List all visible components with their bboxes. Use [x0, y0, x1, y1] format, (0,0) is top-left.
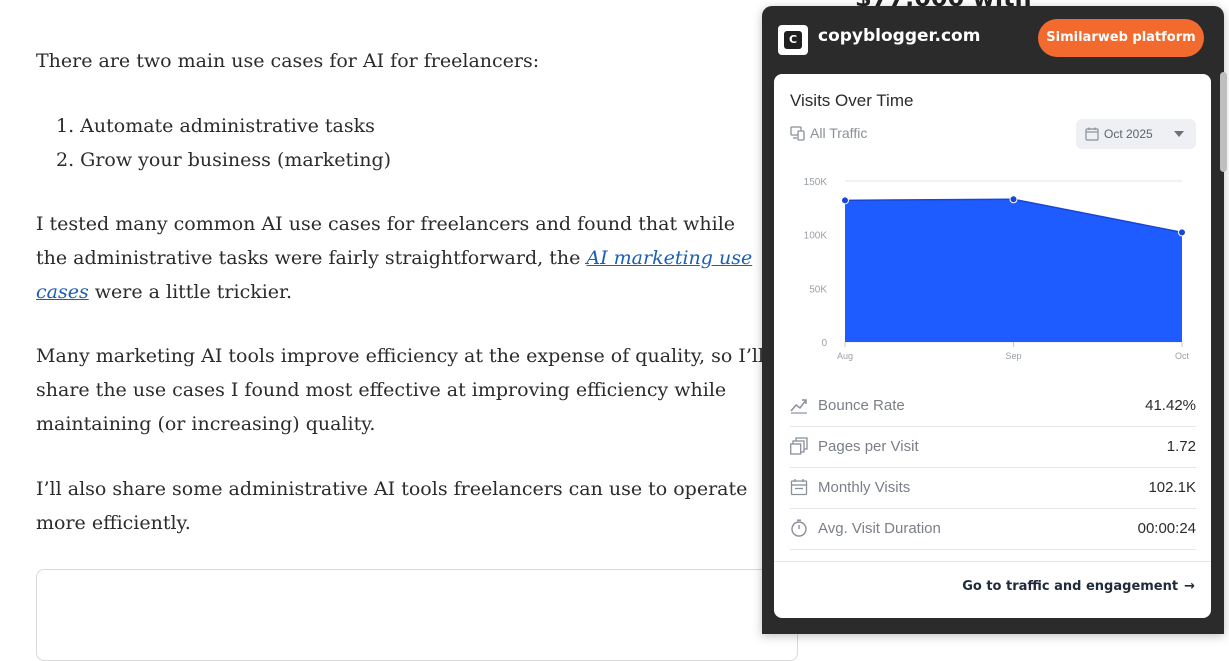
timer-icon — [791, 519, 807, 537]
link-label: Go to traffic and engagement — [962, 579, 1179, 594]
chevron-down-icon — [1174, 131, 1184, 137]
visits-chart: 0 50K 100K 150K Aug Sep Oct — [804, 177, 1190, 361]
area-series — [845, 199, 1182, 342]
metric-pages-per-visit: Pages per Visit 1.72 — [790, 427, 1196, 468]
similarweb-widget: C copyblogger.com Similarweb platform Vi… — [762, 6, 1224, 634]
list-item: 1. Automate administrative tasks — [56, 115, 375, 137]
similarweb-platform-button[interactable]: Similarweb platform — [1038, 19, 1204, 57]
data-point — [1009, 195, 1018, 204]
date-selector[interactable]: Oct 2025 — [1076, 119, 1196, 149]
logo-letter: C — [784, 31, 802, 49]
metric-label: Avg. Visit Duration — [818, 520, 941, 537]
x-tick-label: Oct — [1175, 351, 1190, 361]
site-name: copyblogger.com — [818, 26, 981, 46]
paragraph-tested: I tested many common AI use cases for fr… — [36, 207, 766, 309]
traffic-label: All Traffic — [810, 125, 868, 141]
metric-value: 41.42% — [1145, 397, 1196, 414]
trend-icon — [790, 399, 807, 414]
pages-icon — [790, 437, 808, 455]
data-point — [841, 196, 849, 205]
metric-monthly-visits: Monthly Visits 102.1K — [790, 468, 1196, 509]
calendar-icon — [790, 479, 808, 496]
calendar-icon — [1085, 127, 1099, 141]
paragraph-admin: I’ll also share some administrative AI t… — [36, 478, 748, 534]
y-tick-label: 50K — [809, 284, 827, 295]
paragraph-text: were a little trickier. — [88, 281, 293, 303]
widget-header: C copyblogger.com Similarweb platform — [762, 6, 1224, 74]
metric-bounce-rate: Bounce Rate 41.42% — [790, 386, 1196, 427]
metric-value: 1.72 — [1166, 438, 1196, 455]
devices-icon — [790, 126, 805, 141]
x-tick-label: Aug — [837, 351, 853, 361]
intro-paragraph: There are two main use cases for AI for … — [36, 50, 540, 72]
metric-value: 00:00:24 — [1137, 520, 1196, 537]
y-tick-label: 100K — [804, 231, 828, 242]
data-point — [1178, 228, 1186, 237]
y-tick-label: 150K — [804, 177, 828, 188]
card-title: Visits Over Time — [790, 91, 914, 110]
list-item: 2. Grow your business (marketing) — [56, 149, 392, 171]
traffic-card: Visits Over Time All Traffic Oct 2025 0 5… — [774, 74, 1211, 618]
scrollbar[interactable] — [1220, 72, 1227, 172]
paragraph-quality: Many marketing AI tools improve efficien… — [36, 345, 765, 435]
metric-value: 102.1K — [1148, 479, 1196, 496]
site-logo: C — [778, 25, 808, 55]
traffic-filter: All Traffic — [790, 125, 867, 141]
use-case-list: 1. Automate administrative tasks 2. Grow… — [56, 109, 391, 177]
divider — [774, 561, 1211, 562]
metric-label: Bounce Rate — [818, 397, 905, 414]
go-to-traffic-link[interactable]: Go to traffic and engagement → — [962, 579, 1195, 594]
metric-label: Monthly Visits — [818, 479, 911, 496]
y-tick-label: 0 — [821, 338, 827, 349]
date-label: Oct 2025 — [1104, 127, 1153, 141]
content-box — [36, 569, 798, 661]
arrow-right-icon: → — [1184, 579, 1195, 594]
x-tick-label: Sep — [1005, 351, 1021, 361]
metric-avg-visit-duration: Avg. Visit Duration 00:00:24 — [790, 509, 1196, 550]
metric-label: Pages per Visit — [818, 438, 919, 455]
